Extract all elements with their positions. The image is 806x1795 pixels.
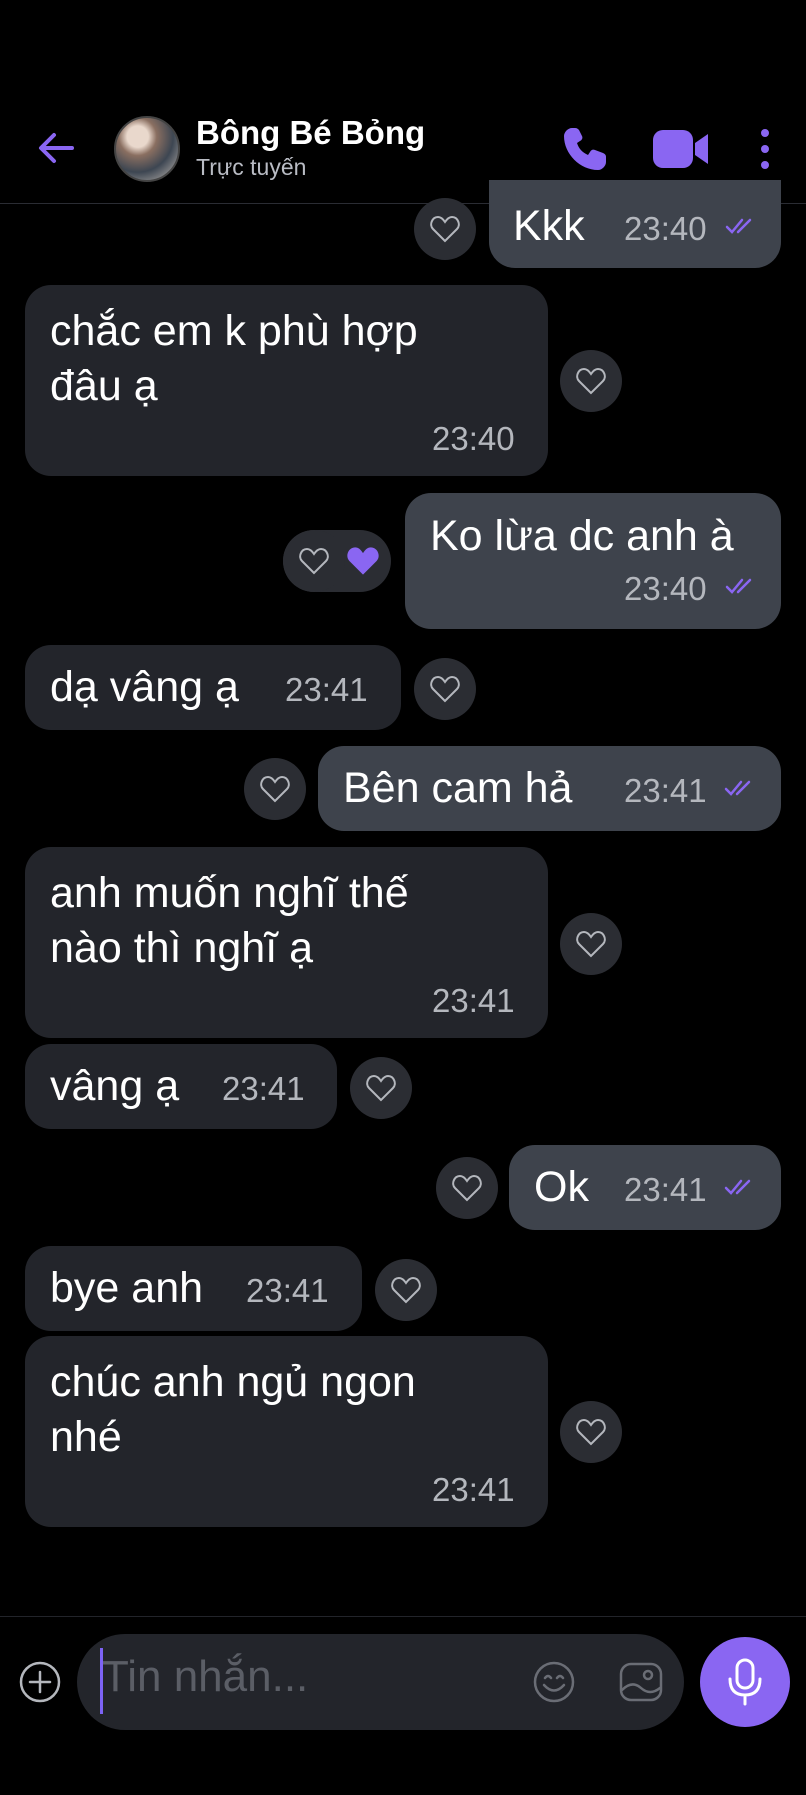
composer-divider	[0, 1616, 806, 1617]
message-time: 23:41	[246, 1272, 329, 1309]
phone-call-icon[interactable]	[560, 124, 610, 174]
incoming-message[interactable]: vâng ạ 23:41	[25, 1044, 337, 1129]
incoming-message[interactable]: dạ vâng ạ 23:41	[25, 645, 401, 730]
contact-name[interactable]: Bông Bé Bỏng	[196, 114, 425, 152]
heart-filled-icon	[347, 547, 379, 575]
microphone-icon	[728, 1658, 762, 1706]
incoming-message[interactable]: bye anh 23:41	[25, 1246, 362, 1331]
outgoing-message[interactable]: Ko lừa dc anh à 23:40	[405, 493, 781, 629]
heart-outline-icon	[452, 1174, 482, 1202]
message-text-line: chắc em k phù hợp	[50, 307, 418, 355]
read-receipt-icon	[724, 780, 751, 796]
read-receipt-icon	[724, 1179, 751, 1195]
message-text-line: chúc anh ngủ ngon	[50, 1358, 416, 1406]
like-button[interactable]	[560, 1401, 622, 1463]
heart-outline-icon	[430, 215, 460, 243]
like-button[interactable]	[350, 1057, 412, 1119]
avatar[interactable]	[114, 116, 180, 182]
heart-outline-icon	[576, 930, 606, 958]
read-receipt-icon	[725, 578, 752, 594]
emoji-icon[interactable]	[532, 1660, 576, 1704]
gallery-icon[interactable]	[618, 1660, 664, 1704]
message-text: bye anh	[50, 1264, 204, 1312]
message-text: vâng ạ	[50, 1062, 180, 1110]
read-receipt-icon	[725, 218, 752, 234]
like-button[interactable]	[436, 1157, 498, 1219]
like-button[interactable]	[414, 658, 476, 720]
message-time: 23:41	[285, 671, 368, 708]
message-time: 23:41	[432, 1471, 515, 1508]
heart-outline-icon	[576, 1418, 606, 1446]
back-arrow-icon[interactable]	[34, 126, 78, 170]
message-time: 23:41	[222, 1070, 305, 1107]
incoming-message[interactable]: chắc em k phù hợp đâu ạ 23:40	[25, 285, 548, 476]
like-button[interactable]	[375, 1259, 437, 1321]
heart-outline-icon	[366, 1074, 396, 1102]
message-text-line: nào thì nghĩ ạ	[50, 924, 313, 972]
message-text: Ko lừa dc anh à	[430, 512, 734, 560]
message-time: 23:40	[624, 210, 707, 247]
heart-outline-icon	[430, 675, 460, 703]
message-text: Bên cam hả	[343, 764, 573, 812]
plus-circle-icon[interactable]	[18, 1660, 62, 1704]
message-text-line: đâu ạ	[50, 362, 158, 410]
message-input-placeholder: Tin nhắn...	[102, 1652, 309, 1701]
like-button[interactable]	[560, 350, 622, 412]
outgoing-message[interactable]: Ok 23:41	[509, 1145, 781, 1230]
like-button[interactable]	[283, 530, 345, 592]
message-time: 23:41	[624, 1171, 707, 1208]
voice-message-button[interactable]	[700, 1637, 790, 1727]
video-call-icon[interactable]	[652, 128, 710, 170]
like-button[interactable]	[414, 198, 476, 260]
reaction-group[interactable]	[283, 530, 391, 592]
message-text-line: nhé	[50, 1413, 122, 1461]
heart-outline-icon	[576, 367, 606, 395]
message-text: Kkk	[513, 202, 585, 250]
incoming-message[interactable]: chúc anh ngủ ngon nhé 23:41	[25, 1336, 548, 1527]
message-time: 23:41	[432, 982, 515, 1019]
like-button[interactable]	[244, 758, 306, 820]
incoming-message[interactable]: anh muốn nghĩ thế nào thì nghĩ ạ 23:41	[25, 847, 548, 1038]
contact-status: Trực tuyến	[196, 154, 307, 180]
heart-outline-icon	[260, 775, 290, 803]
message-time: 23:40	[432, 420, 515, 457]
message-text-line: anh muốn nghĩ thế	[50, 869, 409, 917]
message-time: 23:40	[624, 570, 707, 607]
more-options-icon[interactable]	[752, 124, 778, 174]
outgoing-message[interactable]: Kkk 23:40	[489, 180, 781, 268]
like-button[interactable]	[560, 913, 622, 975]
message-text: dạ vâng ạ	[50, 663, 239, 711]
message-text: Ok	[534, 1163, 589, 1211]
heart-outline-icon	[391, 1276, 421, 1304]
message-time: 23:41	[624, 772, 707, 809]
outgoing-message[interactable]: Bên cam hả 23:41	[318, 746, 781, 831]
heart-outline-icon	[299, 547, 329, 575]
